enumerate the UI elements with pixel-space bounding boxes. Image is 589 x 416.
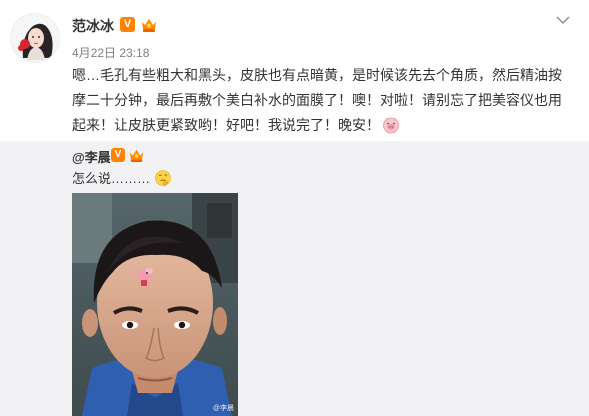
post-text-line: 嗯…毛孔有些粗大和黑头，皮肤也有点暗黄，是时候该先去个角质，然后精油按 — [72, 67, 562, 83]
chevron-down-icon[interactable] — [554, 13, 572, 27]
post-timestamp[interactable]: 4月22日 23:18 — [72, 44, 149, 61]
user-name[interactable]: 范冰冰 — [72, 16, 114, 36]
repost-card[interactable]: @李晨 V 怎么说……… @李晨 — [0, 141, 589, 416]
post-text: 嗯…毛孔有些粗大和黑头，皮肤也有点暗黄，是时候该先去个角质，然后精油按 摩二十分… — [72, 63, 572, 138]
verified-v-icon: V — [120, 17, 135, 32]
vip-crown-icon — [140, 16, 158, 33]
repost-user-name[interactable]: @李晨 — [72, 147, 111, 166]
pig-emoji-icon — [382, 116, 400, 134]
post-text-line: 摩二十分钟，最后再敷个美白补水的面膜了！噢！对啦！请别忘了把美容仪也用 — [72, 92, 562, 108]
post-photo[interactable]: @李晨 — [72, 193, 238, 416]
thinking-emoji-icon — [154, 169, 172, 187]
weibo-post: 范冰冰 V 4月22日 23:18 嗯…毛孔有些粗大和黑头，皮肤也有点暗黄，是时… — [0, 0, 589, 416]
photo-watermark: @李晨 — [212, 405, 234, 412]
post-text-line: 起来！让皮肤更紧致哟！好吧！我说完了！晚安！ — [72, 113, 572, 138]
avatar[interactable] — [10, 13, 60, 63]
vip-crown-icon — [128, 147, 145, 163]
verified-v-icon: V — [111, 148, 125, 162]
repost-text: 怎么说……… — [72, 169, 172, 188]
